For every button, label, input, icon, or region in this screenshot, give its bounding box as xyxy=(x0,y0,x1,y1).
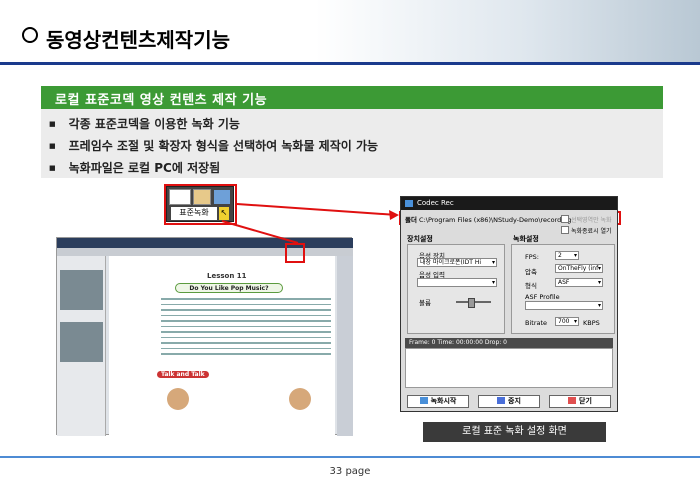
start-record-label: 녹화시작 xyxy=(430,397,457,405)
app-toolbar xyxy=(57,248,353,256)
start-record-button[interactable]: 녹화시작 xyxy=(407,395,469,408)
compression-select[interactable]: OnTheFly (inf xyxy=(555,264,603,273)
stop-button[interactable]: 중지 xyxy=(478,395,540,408)
student-video xyxy=(60,270,103,310)
volume-label: 볼륨 xyxy=(419,299,431,307)
open-after-checkbox[interactable]: 녹화종료시 열기 xyxy=(561,226,612,235)
lesson-title: Lesson 11 xyxy=(207,272,247,280)
connector-line xyxy=(236,203,398,216)
asf-profile-label: ASF Profile xyxy=(525,293,560,301)
bullet-item: 녹화파일은 로컬 PC에 저장됨 xyxy=(49,159,221,176)
bitrate-stepper[interactable]: 700 xyxy=(555,317,579,326)
video-panel xyxy=(57,256,106,436)
close-button[interactable]: 닫기 xyxy=(549,395,611,408)
folder-label: 폴더 xyxy=(405,216,417,224)
record-button-highlight xyxy=(285,243,305,263)
record-start-icon xyxy=(419,397,428,404)
log-area xyxy=(405,348,613,388)
dialog-caption: 로컬 표준 녹화 설정 화면 xyxy=(423,422,606,442)
app-titlebar xyxy=(57,238,353,248)
lesson-question: Do You Like Pop Music? xyxy=(175,283,283,293)
stop-icon xyxy=(497,397,506,404)
folder-path[interactable]: C:\Program Files (x86)\NStudy-Demo\recor… xyxy=(419,216,571,224)
device-settings-label: 장치설정 xyxy=(407,235,433,243)
select-area-checkbox[interactable]: 선택영역만 녹화 xyxy=(561,215,612,224)
bullet-item: 각종 표준코덱을 이용한 녹화 기능 xyxy=(49,115,240,132)
arrow-head xyxy=(389,210,399,220)
fps-stepper[interactable]: 2 xyxy=(555,251,579,260)
volume-slider[interactable] xyxy=(456,298,491,308)
format-label: 형식 xyxy=(525,282,537,290)
fps-label: FPS: xyxy=(525,253,539,261)
close-label: 닫기 xyxy=(579,397,592,405)
bullet-item: 프레임수 조절 및 확장자 형식을 선택하여 녹화물 제작이 가능 xyxy=(49,137,378,154)
app-screenshot: Lesson 11 Do You Like Pop Music? Talk an… xyxy=(56,237,353,436)
section-heading: 로컬 표준코덱 영상 컨텐츠 제작 기능 xyxy=(41,86,663,109)
cartoon-person xyxy=(289,388,311,410)
header-underline xyxy=(0,62,700,65)
record-settings-label: 녹화설정 xyxy=(513,235,539,243)
footer-divider xyxy=(0,456,700,458)
close-icon xyxy=(568,397,577,404)
compression-label: 압축 xyxy=(525,268,537,276)
bitrate-unit: KBPS xyxy=(583,319,600,327)
tutor-video xyxy=(60,322,103,362)
title-bullet-circle xyxy=(22,27,38,43)
asf-profile-select[interactable] xyxy=(525,301,603,310)
lesson-text-lines xyxy=(161,298,331,370)
talk-section-label: Talk and Talk xyxy=(157,371,209,378)
page-title: 동영상컨텐츠제작기능 xyxy=(46,28,230,52)
format-select[interactable]: ASF xyxy=(555,278,603,287)
dialog-titlebar: Codec Rec xyxy=(401,197,617,210)
bullet-list: 각종 표준코덱을 이용한 녹화 기능 프레임수 조절 및 확장자 형식을 선택하… xyxy=(41,109,663,178)
popup-highlight xyxy=(164,184,237,225)
folder-row: 폴더 C:\Program Files (x86)\NStudy-Demo\re… xyxy=(405,214,571,224)
page-number: 33 page xyxy=(329,466,371,477)
stop-label: 중지 xyxy=(508,397,521,405)
bitrate-label: Bitrate xyxy=(525,319,548,327)
record-status-bar: Frame: 0 Time: 00:00:00 Drop: 0 xyxy=(405,338,613,348)
codec-rec-dialog: Codec Rec 폴더 C:\Program Files (x86)\NStu… xyxy=(400,196,618,412)
audio-input-select[interactable] xyxy=(417,278,497,287)
cartoon-person xyxy=(167,388,189,410)
audio-device-select[interactable]: 내장 마이크로폰(IDT Hi xyxy=(417,258,497,267)
right-toolbar xyxy=(337,256,353,436)
